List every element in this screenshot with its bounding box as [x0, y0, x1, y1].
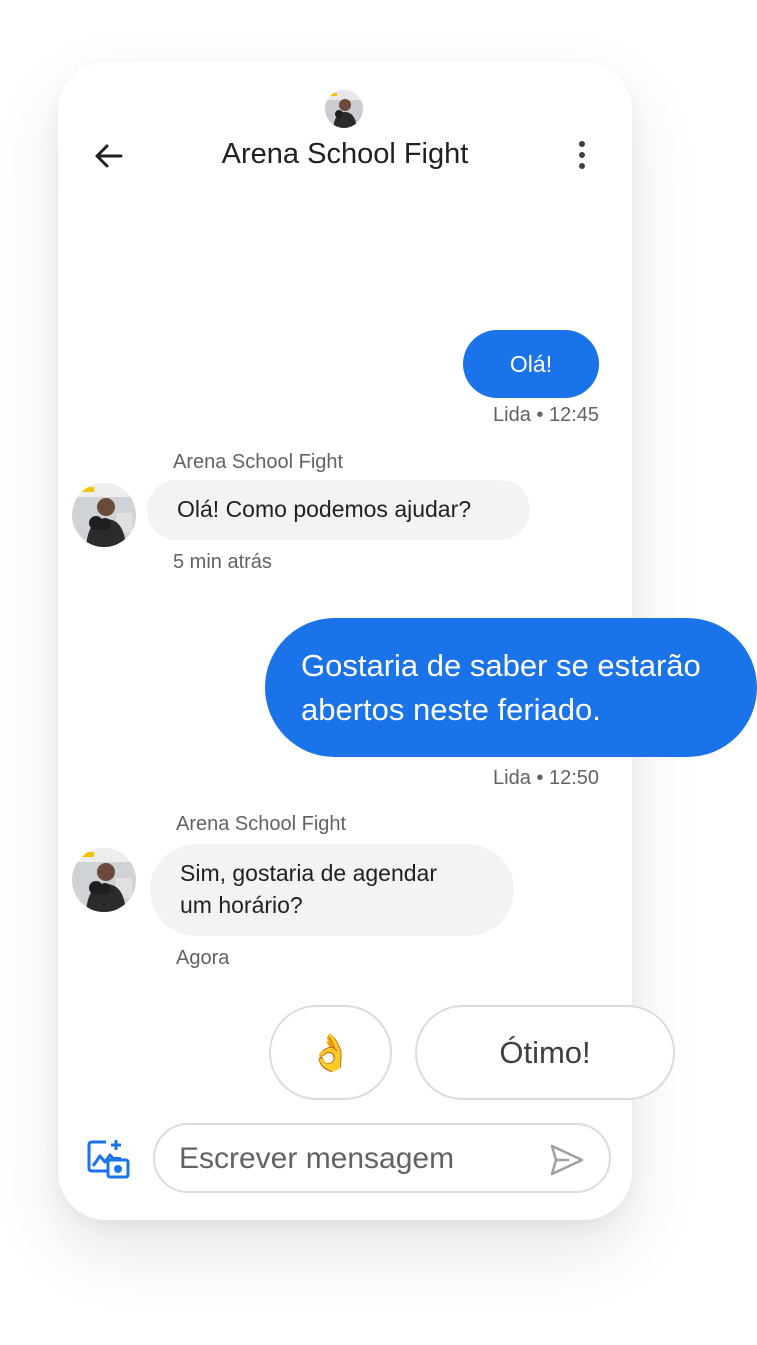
message-text-line-2: um horário? [180, 892, 303, 918]
message-text-line-2: abertos neste feriado. [301, 692, 601, 727]
sender-name: Arena School Fight [173, 451, 344, 473]
sender-name: Arena School Fight [176, 813, 347, 835]
message-text: Olá! Como podemos ajudar? [177, 496, 472, 522]
back-button[interactable] [88, 136, 128, 176]
suggestion-label: Ótimo! [499, 1034, 591, 1070]
message-text-line-1: Sim, gostaria de agendar [180, 860, 437, 886]
suggestion-chip-otimo[interactable]: Ótimo! [415, 1005, 675, 1100]
attach-media-button[interactable] [86, 1138, 130, 1180]
arrow-left-icon [95, 144, 123, 168]
message-status: Lida • 12:50 [493, 767, 599, 789]
message-time: 5 min atrás [173, 551, 272, 573]
more-options-button[interactable] [562, 136, 602, 176]
header-avatar [325, 90, 363, 128]
send-icon [550, 1144, 584, 1176]
message-status: Lida • 12:45 [493, 404, 599, 426]
message-text-line-1: Gostaria de saber se estarão [301, 648, 701, 683]
ok-hand-emoji: 👌 [308, 1031, 353, 1073]
chat-title: Arena School Fight [221, 138, 469, 170]
more-vertical-icon [579, 141, 585, 169]
add-photo-icon [87, 1140, 130, 1179]
send-button[interactable] [547, 1140, 587, 1180]
message-input[interactable] [177, 1139, 531, 1179]
message-bubble-outgoing: Gostaria de saber se estarão abertos nes… [265, 618, 757, 757]
sender-avatar [72, 483, 136, 547]
sender-avatar [72, 848, 136, 912]
message-bubble-incoming: Olá! Como podemos ajudar? [147, 480, 530, 540]
suggestion-chip-ok-hand[interactable]: 👌 [269, 1005, 392, 1100]
message-time: Agora [176, 947, 230, 969]
message-text: Olá! [509, 350, 553, 377]
message-composer [153, 1123, 611, 1193]
message-bubble-outgoing: Olá! [463, 330, 599, 398]
message-bubble-incoming: Sim, gostaria de agendar um horário? [150, 844, 514, 936]
